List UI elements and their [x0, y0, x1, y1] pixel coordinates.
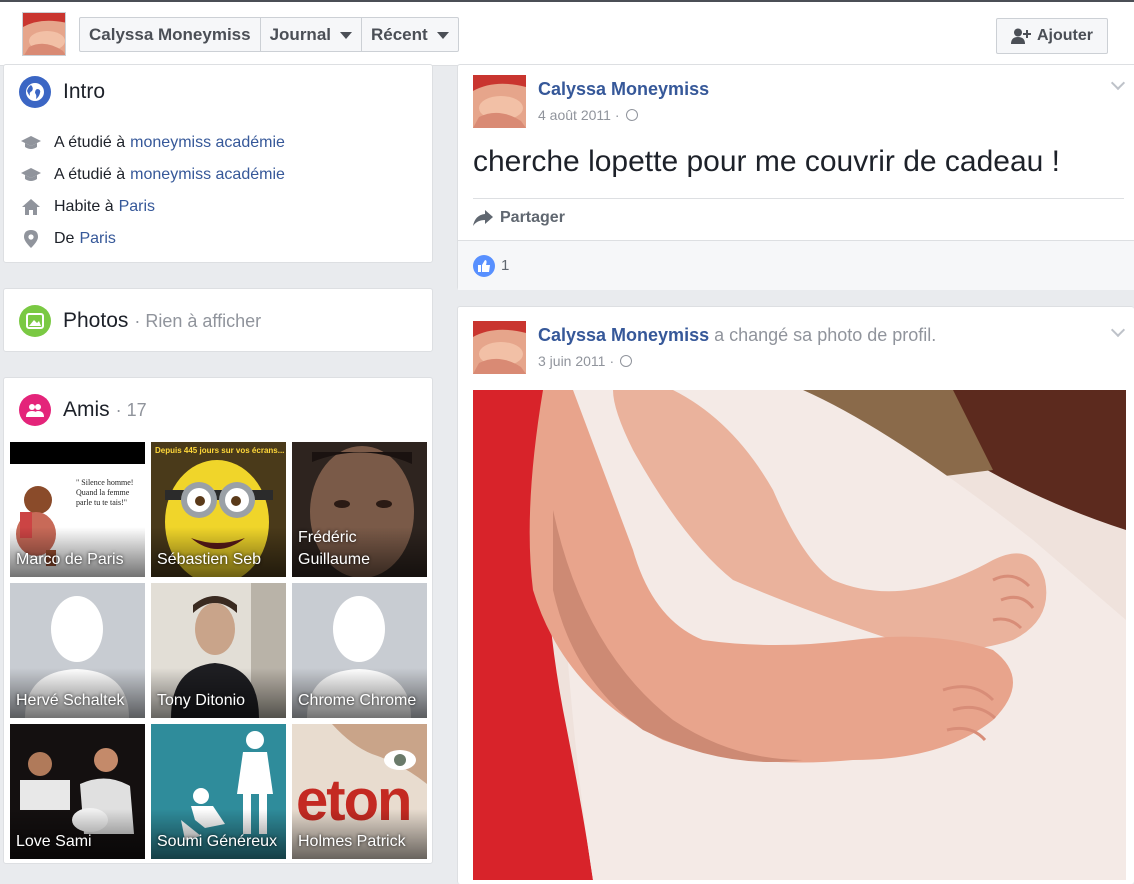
- city-link[interactable]: Paris: [119, 198, 155, 216]
- friend-tile[interactable]: " Silence homme! Quand la femme parle tu…: [10, 442, 145, 577]
- globe-icon: [620, 355, 633, 367]
- share-icon: [473, 210, 493, 226]
- intro-item-education-2: A étudié à moneymiss académie: [20, 166, 285, 184]
- friend-name: Holmes Patrick: [298, 833, 406, 850]
- chevron-down-icon[interactable]: [1110, 75, 1126, 91]
- post-author-avatar[interactable]: [473, 321, 526, 374]
- education-link[interactable]: moneymiss académie: [130, 166, 285, 184]
- globe-icon: [625, 109, 638, 121]
- add-friend-button[interactable]: Ajouter: [996, 18, 1108, 54]
- friends-title-text[interactable]: Amis: [63, 398, 110, 422]
- post-divider: [473, 198, 1124, 199]
- profile-name: Calyssa Moneymiss: [89, 24, 251, 44]
- profile-photo-image: [473, 390, 1126, 880]
- share-button[interactable]: Partager: [473, 209, 565, 227]
- hometown-link[interactable]: Paris: [79, 230, 115, 248]
- education-link[interactable]: moneymiss académie: [130, 134, 285, 152]
- friend-name: Frédéric Guillaume: [298, 529, 371, 568]
- photos-title-text[interactable]: Photos: [63, 309, 128, 333]
- post-timestamp[interactable]: 4 août 2011 ·: [538, 107, 638, 123]
- friend-tile[interactable]: Frédéric Guillaume: [292, 442, 427, 577]
- friends-grid: " Silence homme! Quand la femme parle tu…: [10, 442, 427, 859]
- photos-title: Photos · Rien à afficher: [19, 305, 261, 337]
- intro-item-prefix: De: [54, 230, 75, 247]
- home-icon: [20, 199, 42, 215]
- profile-avatar[interactable]: [22, 12, 66, 56]
- post-date-text: 4 août 2011: [538, 107, 611, 123]
- recent-label: Récent: [371, 24, 428, 44]
- post-author-name[interactable]: Calyssa Moneymiss: [538, 79, 709, 100]
- location-pin-icon: [20, 230, 42, 248]
- post-author-avatar[interactable]: [473, 75, 526, 128]
- chevron-down-icon: [340, 32, 352, 39]
- photo-icon: [19, 305, 51, 337]
- intro-title-text: Intro: [63, 80, 106, 103]
- friend-name: Marco de Paris: [16, 551, 124, 568]
- friend-tile[interactable]: Tony Ditonio: [151, 583, 286, 718]
- post-author-name-text: Calyssa Moneymiss: [538, 79, 710, 99]
- chevron-down-icon[interactable]: [1110, 322, 1126, 338]
- globe-icon: [19, 76, 51, 108]
- intro-item-from: De Paris: [20, 230, 116, 248]
- friend-name: Soumi Généreux: [157, 833, 278, 850]
- friend-tile[interactable]: Chrome Chrome: [292, 583, 427, 718]
- profile-name-button[interactable]: Calyssa Moneymiss: [80, 18, 261, 51]
- intro-item-education-1: A étudié à moneymiss académie: [20, 134, 285, 152]
- post-photo[interactable]: [473, 390, 1126, 880]
- photos-card: Photos · Rien à afficher: [3, 288, 433, 352]
- friend-tile[interactable]: eton Holmes Patrick: [292, 724, 427, 859]
- post-timestamp[interactable]: 3 juin 2011 ·: [538, 353, 633, 369]
- friend-name: Love Sami: [16, 833, 92, 850]
- like-icon: [473, 254, 495, 277]
- profile-nav: Calyssa Moneymiss Journal Récent: [79, 17, 459, 52]
- journal-label: Journal: [269, 24, 331, 44]
- intro-item-prefix: A étudié à: [54, 134, 126, 151]
- friend-name: Sébastien Seb: [157, 551, 262, 568]
- post-action-text: a changé sa photo de profil.: [714, 325, 937, 345]
- friends-icon: [19, 394, 51, 426]
- post-card: Calyssa Moneymiss 4 août 2011 · cherche l…: [457, 64, 1134, 290]
- share-label: Partager: [500, 209, 565, 226]
- friend-tile[interactable]: Soumi Généreux: [151, 724, 286, 859]
- intro-card: Intro A étudié à moneymiss académie A ét…: [3, 64, 433, 263]
- friend-tile[interactable]: Love Sami: [10, 724, 145, 859]
- post-author-name[interactable]: Calyssa Moneymiss a changé sa photo de p…: [538, 325, 936, 346]
- like-count: 1: [501, 257, 510, 274]
- intro-item-lives-in: Habite à Paris: [20, 198, 155, 216]
- friends-card: Amis · 17 " Silence homme! Quand la femm…: [3, 377, 433, 864]
- friend-tile[interactable]: Hervé Schaltek: [10, 583, 145, 718]
- friend-photo-caption: Depuis 445 jours sur vos écrans...: [155, 446, 285, 455]
- friends-count: · 17: [115, 399, 147, 420]
- friend-name: Hervé Schaltek: [16, 692, 125, 709]
- add-friend-label: Ajouter: [1037, 27, 1093, 44]
- profile-header-bar: Calyssa Moneymiss Journal Récent Ajouter: [0, 0, 1134, 66]
- intro-item-prefix: A étudié à: [54, 166, 126, 183]
- post-author-name-text: Calyssa Moneymiss: [538, 325, 710, 345]
- friend-tile[interactable]: Depuis 445 jours sur vos écrans... Sébas…: [151, 442, 286, 577]
- likes-bar[interactable]: 1: [458, 240, 1134, 290]
- chevron-down-icon: [436, 32, 449, 39]
- friend-name: Chrome Chrome: [298, 692, 417, 709]
- intro-item-prefix: Habite à: [54, 198, 114, 215]
- friend-name: Tony Ditonio: [157, 692, 246, 709]
- journal-dropdown[interactable]: Journal: [261, 18, 362, 51]
- graduation-cap-icon: [20, 168, 42, 182]
- graduation-cap-icon: [20, 136, 42, 150]
- friends-title: Amis · 17: [19, 394, 147, 426]
- post-text: cherche lopette pour me couvrir de cadea…: [473, 145, 1061, 178]
- post-date-text: 3 juin 2011: [538, 353, 606, 369]
- friend-photo-caption: " Silence homme! Quand la femme parle tu…: [76, 478, 134, 507]
- intro-title: Intro: [19, 76, 105, 108]
- post-card: Calyssa Moneymiss a changé sa photo de p…: [457, 306, 1134, 884]
- add-friend-icon: [1011, 28, 1031, 44]
- recent-dropdown[interactable]: Récent: [362, 18, 458, 51]
- photos-empty-text: · Rien à afficher: [134, 310, 262, 331]
